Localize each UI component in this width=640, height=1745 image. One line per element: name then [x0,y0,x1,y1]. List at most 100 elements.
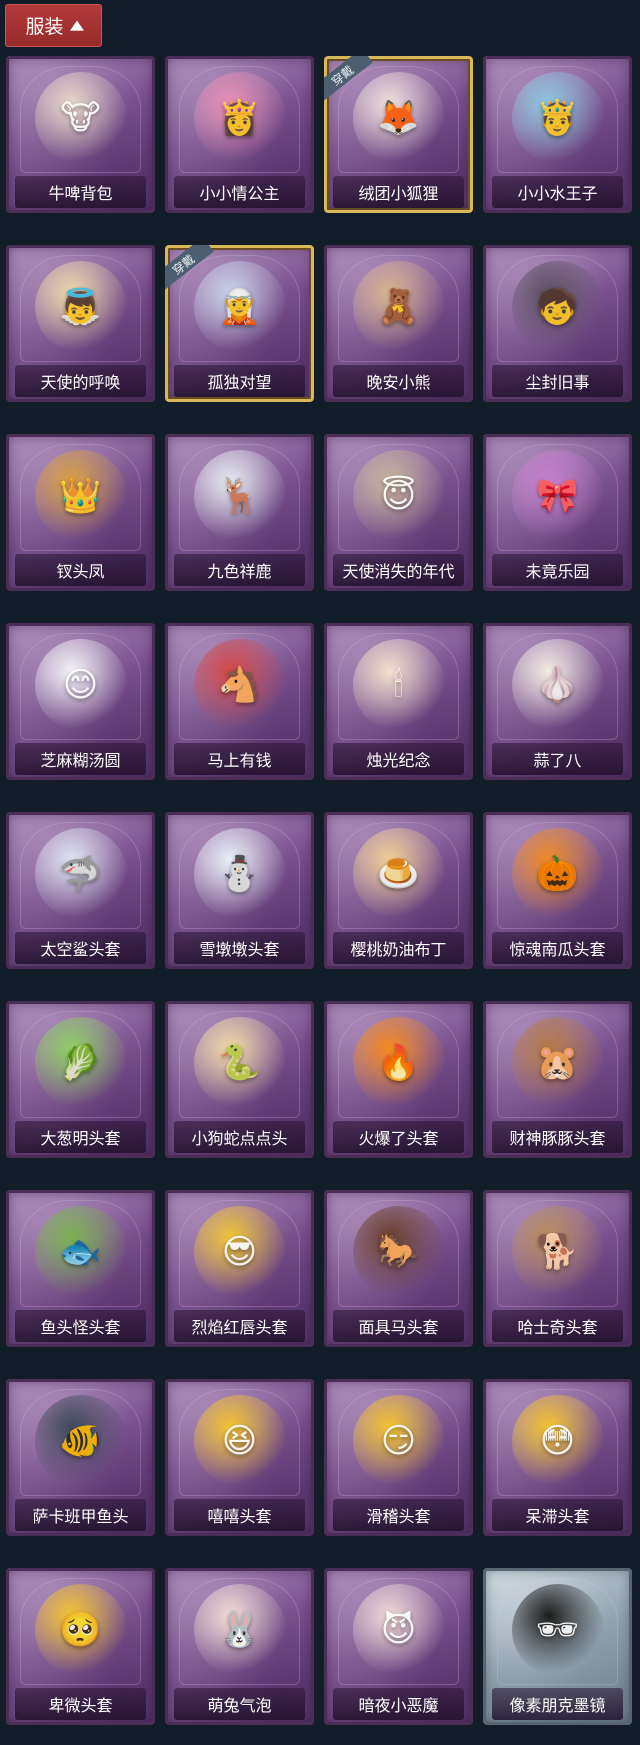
outfit-card[interactable]: 🐎 面具马头套 [324,1190,473,1347]
item-name-label: 樱桃奶油布丁 [333,932,464,964]
pixel-sunglasses-icon: 🕶 [511,1584,604,1676]
outfit-card[interactable]: 🐟 鱼头怪头套 [6,1190,155,1347]
item-art-glyph: 😏 [380,1421,417,1461]
item-art-glyph: 🎀 [536,476,579,516]
outfit-card[interactable]: 🐕 哈士奇头套 [483,1190,632,1347]
outfit-card[interactable]: 🐠 萨卡班甲鱼头 [6,1379,155,1536]
dark-boy-icon: 🧒 [511,261,604,353]
item-art-glyph: 🧝 [218,287,261,327]
item-name-label: 财神豚豚头套 [492,1121,623,1153]
outfit-card[interactable]: 🕯 烛光纪念 [324,623,473,780]
outfit-card[interactable]: 👼 天使的呼唤 [6,245,155,402]
item-art-glyph: 🤴 [536,98,579,138]
item-name-label: 雪墩墩头套 [174,932,305,964]
outfit-card[interactable]: 🔥 火爆了头套 [324,1001,473,1158]
outfit-card[interactable]: 🐮 牛啤背包 [6,56,155,213]
sacabambaspis-icon: 🐠 [34,1395,127,1487]
item-art-glyph: 😎 [221,1232,258,1272]
item-art-glyph: 🐠 [59,1421,102,1461]
outfit-card[interactable]: 🤴 小小水王子 [483,56,632,213]
item-name-label: 烛光纪念 [333,743,464,775]
fire-helmet-icon: 🔥 [352,1017,445,1109]
item-name-label: 晚安小熊 [333,365,464,397]
outfit-card[interactable]: 👑 钗头凤 [6,434,155,591]
cow-backpack-icon: 🐮 [34,72,127,164]
outfit-category-toggle[interactable]: 服装 ▲ [5,4,102,47]
item-art-glyph: 🕶 [535,1610,580,1650]
outfit-card[interactable]: 🕶 像素朋克墨镜 [483,1568,632,1725]
item-art-glyph: 😈 [380,1610,417,1650]
outfit-card[interactable]: 🧒 尘封旧事 [483,245,632,402]
item-name-label: 天使消失的年代 [333,554,464,586]
outfit-card[interactable]: 🥬 大葱明头套 [6,1001,155,1158]
item-name-label: 钗头凤 [15,554,146,586]
item-name-label: 呆滞头套 [492,1499,623,1531]
item-name-label: 尘封旧事 [492,365,623,397]
outfit-card[interactable]: 🍮 樱桃奶油布丁 [324,812,473,969]
chevron-up-icon: ▲ [69,18,84,33]
item-art-glyph: 🎃 [536,854,579,894]
lonely-gaze-icon: 🧝 [193,261,286,353]
water-prince-icon: 🤴 [511,72,604,164]
outfit-card[interactable]: 👸 小小情公主 [165,56,314,213]
pink-princess-icon: 👸 [193,72,286,164]
item-art-glyph: 🔥 [377,1043,420,1083]
outfit-card[interactable]: 🥺 卑微头套 [6,1568,155,1725]
dog-mask-icon: 🐕 [511,1206,604,1298]
item-art-glyph: 😳 [539,1421,576,1461]
outfit-card[interactable]: 😊 芝麻糊汤圆 [6,623,155,780]
unfinished-paradise-icon: 🎀 [511,450,604,542]
outfit-card[interactable]: ⛄ 雪墩墩头套 [165,812,314,969]
item-art-glyph: 🥺 [59,1610,102,1650]
outfit-card[interactable]: 😏 滑稽头套 [324,1379,473,1536]
item-art-glyph: 👸 [218,98,261,138]
item-art-glyph: 🧄 [536,665,579,705]
outfit-card[interactable]: 🦊 穿戴 绒团小狐狸 [324,56,473,213]
outfit-card[interactable]: 😈 暗夜小恶魔 [324,1568,473,1725]
outfit-card[interactable]: 🦌 九色祥鹿 [165,434,314,591]
item-name-label: 像素朋克墨镜 [492,1688,623,1720]
item-name-label: 小狗蛇点点头 [174,1121,305,1153]
item-art-glyph: 👑 [59,476,102,516]
yellow-mask-icon: 😎 [193,1206,286,1298]
garlic-icon: 🧄 [511,639,604,731]
outfit-card[interactable]: 🐴 马上有钱 [165,623,314,780]
item-name-label: 马上有钱 [174,743,305,775]
item-art-glyph: 🐎 [377,1232,420,1272]
outfit-category-label: 服装 [25,16,64,38]
outfit-card[interactable]: 😇 天使消失的年代 [324,434,473,591]
outfit-card[interactable]: 🐍 小狗蛇点点头 [165,1001,314,1158]
item-name-label: 烈焰红唇头套 [174,1310,305,1342]
item-name-label: 火爆了头套 [333,1121,464,1153]
outfit-card[interactable]: 🧄 蒜了八 [483,623,632,780]
scallion-helmet-icon: 🥬 [34,1017,127,1109]
fox-charm-icon: 🦊 [352,72,445,164]
lost-angel-icon: 😇 [352,450,445,542]
outfit-grid: 🐮 牛啤背包 👸 小小情公主 🦊 穿戴 绒团小狐狸 🤴 小小水王子 👼 天使的呼唤 🧝 穿戴 孤独对望 🧸 晚… [6,56,636,1725]
item-name-label: 绒团小狐狸 [333,176,464,208]
outfit-card[interactable]: 🦈 太空鲨头套 [6,812,155,969]
outfit-card[interactable]: 😎 烈焰红唇头套 [165,1190,314,1347]
item-art-glyph: 🐕 [536,1232,579,1272]
item-name-label: 大葱明头套 [15,1121,146,1153]
capybara-helmet-icon: 🐹 [511,1017,604,1109]
item-art-glyph: 🐰 [218,1610,261,1650]
item-art-glyph: 👼 [59,287,102,327]
deer-icon: 🦌 [193,450,286,542]
snake-helmet-icon: 🐍 [193,1017,286,1109]
item-name-label: 萨卡班甲鱼头 [15,1499,146,1531]
item-art-glyph: 🕯 [393,665,404,705]
outfit-card[interactable]: 🐹 财神豚豚头套 [483,1001,632,1158]
outfit-card[interactable]: 🧝 穿戴 孤独对望 [165,245,314,402]
sesame-dumpling-icon: 😊 [34,639,127,731]
item-art-glyph: 😆 [221,1421,258,1461]
outfit-card[interactable]: 😆 嘻嘻头套 [165,1379,314,1536]
outfit-card[interactable]: 🐰 萌兔气泡 [165,1568,314,1725]
outfit-card[interactable]: 🎀 未竟乐园 [483,434,632,591]
outfit-card[interactable]: 😳 呆滞头套 [483,1379,632,1536]
item-name-label: 芝麻糊汤圆 [15,743,146,775]
outfit-card[interactable]: 🧸 晚安小熊 [324,245,473,402]
outfit-card[interactable]: 🎃 惊魂南瓜头套 [483,812,632,969]
funny-emoji-icon: 😏 [352,1395,445,1487]
item-art-glyph: 🐟 [59,1232,102,1272]
